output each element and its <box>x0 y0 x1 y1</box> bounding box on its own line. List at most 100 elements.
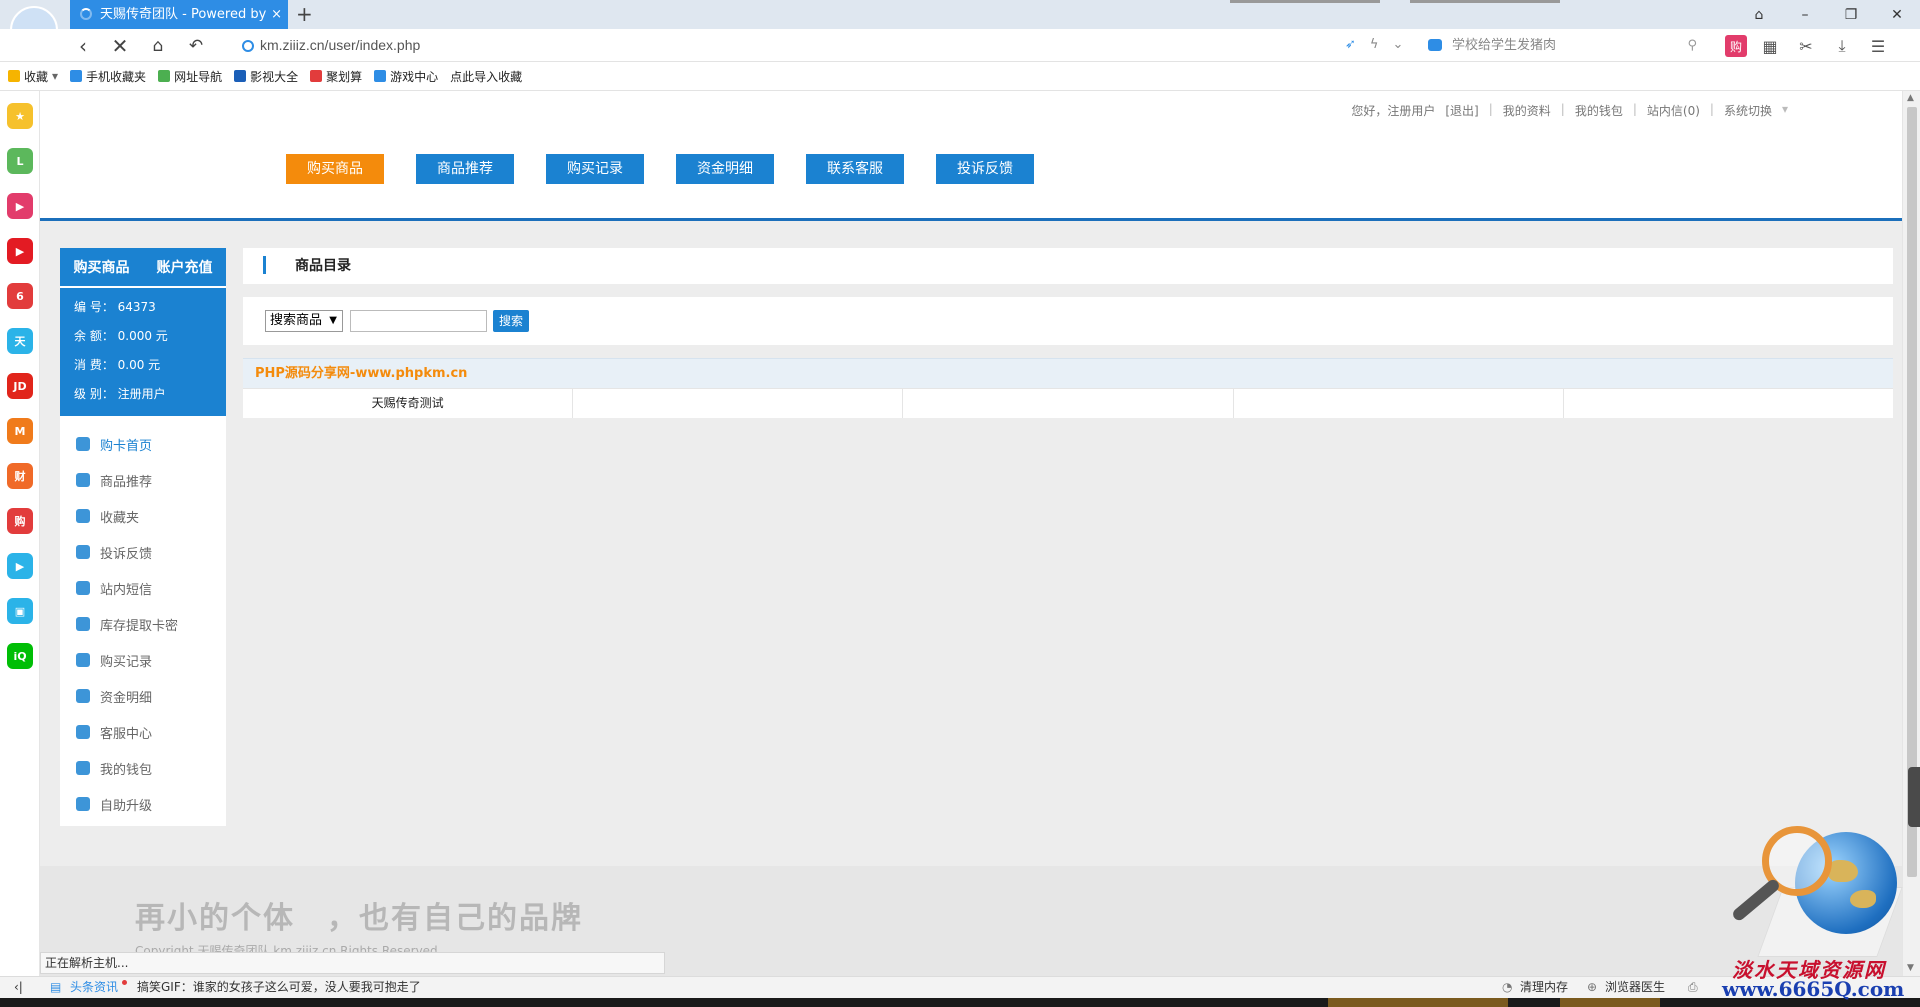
menu-item[interactable]: 商品推荐 <box>416 154 514 184</box>
bookmark-item[interactable]: 网址导航 <box>158 68 222 85</box>
chevron-down-icon[interactable]: ⌄ <box>1392 37 1403 52</box>
search-type-select[interactable]: 搜索商品 ▼ <box>265 310 343 332</box>
sidebar-item-icon <box>76 617 90 631</box>
news-label[interactable]: 头条资讯 <box>70 977 118 998</box>
undo-icon[interactable]: ↶ <box>183 33 209 59</box>
tab-recharge[interactable]: 账户充值 <box>157 257 213 277</box>
side-app-icon[interactable]: ★ <box>7 103 33 129</box>
catalog-title-panel: 商品目录 <box>243 248 1893 284</box>
stop-icon[interactable]: ✕ <box>107 33 133 59</box>
collapse-icon[interactable]: ‹| <box>14 977 23 998</box>
side-app-icon[interactable]: JD <box>7 373 33 399</box>
side-app-icon[interactable]: 购 <box>7 508 33 534</box>
goods-cell <box>573 389 904 418</box>
sidebar-item[interactable]: 我的钱包 <box>60 750 226 786</box>
sidebar-item-label: 商品推荐 <box>100 474 153 490</box>
speed-mode-icon[interactable]: ➶ <box>1345 37 1356 52</box>
goods-search-input[interactable] <box>350 310 487 332</box>
bookmark-item[interactable]: 游戏中心 <box>374 68 438 85</box>
side-app-icon[interactable]: 天 <box>7 328 33 354</box>
sidebar-item[interactable]: 投诉反馈 <box>60 534 226 570</box>
lightning-icon[interactable]: ϟ <box>1370 37 1379 52</box>
bookmark-label: 游戏中心 <box>390 69 439 84</box>
address-bar[interactable]: km.ziiiz.cn/user/index.php <box>236 32 1366 59</box>
goods-category[interactable]: PHP源码分享网-www.phpkm.cn <box>243 358 1893 388</box>
close-window-icon[interactable]: ✕ <box>1874 0 1920 29</box>
system-switch-link[interactable]: 系统切换 <box>1724 102 1772 119</box>
bookmark-item[interactable]: 点此导入收藏 <box>450 68 522 85</box>
restore-icon[interactable]: ❐ <box>1828 0 1874 29</box>
sidebar-item[interactable]: 收藏夹 <box>60 498 226 534</box>
messages-link[interactable]: 站内信(0) <box>1647 102 1700 119</box>
divider: | <box>1488 102 1493 116</box>
sidebar-item[interactable]: 客服中心 <box>60 714 226 750</box>
sidebar-item[interactable]: 站内短信 <box>60 570 226 606</box>
minimize-icon[interactable]: – <box>1782 0 1828 29</box>
menu-item[interactable]: 联系客服 <box>806 154 904 184</box>
search-button[interactable]: 搜索 <box>493 310 529 332</box>
side-app-icon[interactable]: ▣ <box>7 598 33 624</box>
scroll-up-icon[interactable]: ▲ <box>1907 93 1914 103</box>
sidebar-item[interactable]: 自助升级 <box>60 786 226 822</box>
sidebar-item[interactable]: 购买记录 <box>60 642 226 678</box>
bookmark-item[interactable]: 影视大全 <box>234 68 298 85</box>
sidebar-item-label: 购买记录 <box>100 654 153 670</box>
goods-cell[interactable]: 天赐传奇测试 <box>243 389 574 418</box>
sidebar-item[interactable]: 商品推荐 <box>60 462 226 498</box>
sidebar-item-label: 购卡首页 <box>100 438 153 454</box>
search-engine-icon[interactable] <box>1428 39 1442 51</box>
chevron-down-icon[interactable]: ▾ <box>52 69 58 83</box>
browser-doctor-button[interactable]: 浏览器医生 <box>1605 977 1665 998</box>
side-app-icon[interactable]: L <box>7 148 33 174</box>
side-panel-handle[interactable] <box>1908 767 1920 827</box>
profile-link[interactable]: 我的资料 <box>1503 102 1551 119</box>
screenshot-scissors-icon[interactable]: ✂ <box>1793 33 1819 59</box>
menu-icon[interactable]: ☰ <box>1865 33 1891 59</box>
menu-item[interactable]: 投诉反馈 <box>936 154 1034 184</box>
new-tab-button[interactable]: + <box>296 2 313 26</box>
bookmark-label: 点此导入收藏 <box>450 69 523 84</box>
goods-table: PHP源码分享网-www.phpkm.cn 天赐传奇测试 <box>243 358 1893 418</box>
tab-close-icon[interactable]: × <box>271 0 282 29</box>
sidebar-item[interactable]: 库存提取卡密 <box>60 606 226 642</box>
home-icon[interactable]: ⌂ <box>145 33 171 59</box>
menu-item[interactable]: 购买记录 <box>546 154 644 184</box>
logout-link[interactable]: [退出] <box>1445 102 1478 119</box>
side-app-icon[interactable]: iQ <box>7 643 33 669</box>
side-app-icon[interactable]: 财 <box>7 463 33 489</box>
goods-cell <box>1234 389 1564 418</box>
news-headline[interactable]: 搞笑GIF：谁家的女孩子这么可爱，没人要我可抱走了 <box>137 977 421 998</box>
clean-memory-button[interactable]: 清理内存 <box>1520 977 1568 998</box>
menu-item[interactable]: 资金明细 <box>676 154 774 184</box>
side-app-icon[interactable]: ▶ <box>7 553 33 579</box>
page-title: 商品目录 <box>295 258 351 274</box>
side-app-icon[interactable]: ▶ <box>7 238 33 264</box>
browser-tab-active[interactable]: 天赐传奇团队 - Powered by × <box>70 0 288 29</box>
sidebar-item-icon <box>76 545 90 559</box>
side-app-icon[interactable]: ▶ <box>7 193 33 219</box>
bookmark-item[interactable]: 聚划算 <box>310 68 362 85</box>
sidebar-item[interactable]: 资金明细 <box>60 678 226 714</box>
sidebar-item-icon <box>76 761 90 775</box>
menu-item[interactable]: 购买商品 <box>286 154 384 184</box>
tab-buy-goods[interactable]: 购买商品 <box>74 257 130 277</box>
skin-icon[interactable]: ⌂ <box>1736 0 1782 29</box>
wallet-link[interactable]: 我的钱包 <box>1575 102 1623 119</box>
bookmark-icon <box>70 70 83 82</box>
search-icon[interactable]: ⚲ <box>1687 32 1697 59</box>
divider: | <box>1632 102 1637 116</box>
side-app-icon[interactable]: 6 <box>7 283 33 309</box>
side-app-icon[interactable]: M <box>7 418 33 444</box>
bookmark-item[interactable]: 手机收藏夹 <box>70 68 146 85</box>
sidebar-item[interactable]: 购卡首页 <box>60 426 226 462</box>
back-icon[interactable]: ‹ <box>70 33 96 59</box>
search-input[interactable]: 学校给学生发猪肉 ⚲ <box>1420 32 1705 59</box>
apps-grid-icon[interactable]: ▦ <box>1757 33 1783 59</box>
doctor-icon: ⊕ <box>1587 980 1598 994</box>
scrollbar-thumb[interactable] <box>1907 107 1917 877</box>
print-icon[interactable]: ⎙ <box>1688 977 1698 998</box>
globe-land <box>1850 890 1876 908</box>
shopping-icon[interactable]: 购 <box>1725 35 1747 57</box>
bookmark-item[interactable]: 收藏 ▾ <box>8 68 58 85</box>
download-icon[interactable]: ⤓ <box>1829 33 1855 59</box>
